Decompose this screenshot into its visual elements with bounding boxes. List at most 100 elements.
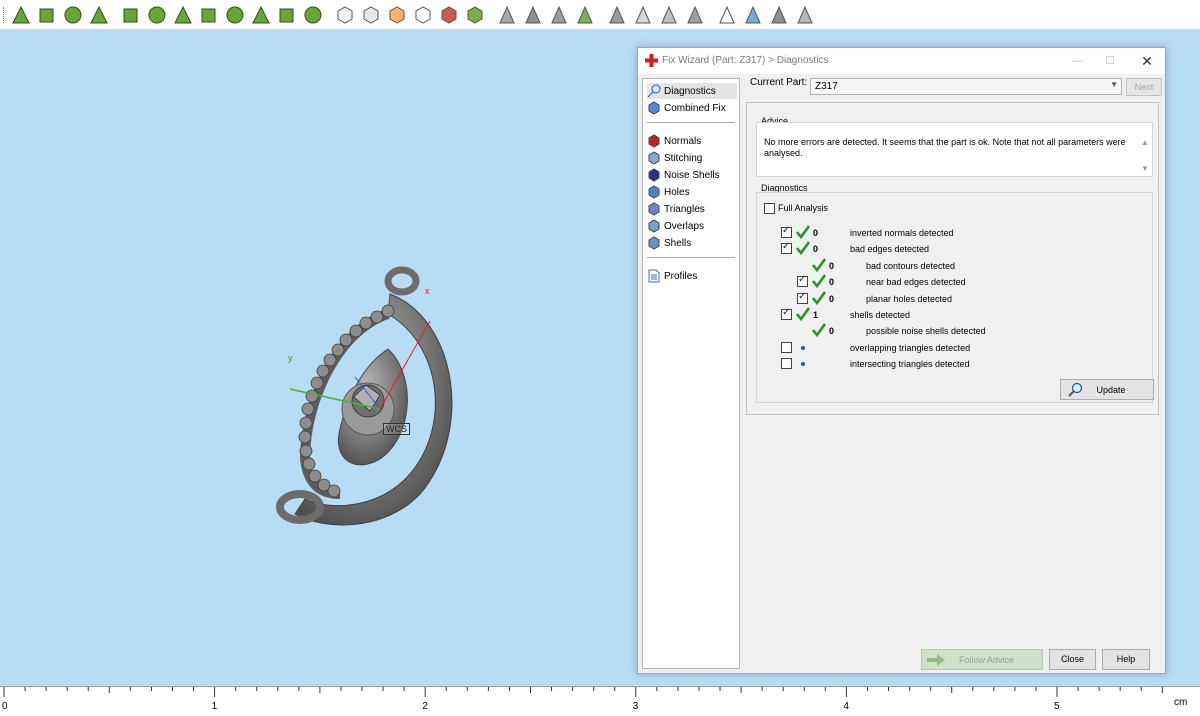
- triangle-dark-button[interactable]: [522, 4, 544, 26]
- diagnostics-box: Full Analysis 0 inverted normals detected…: [756, 192, 1154, 403]
- nav-item-shells[interactable]: Shells: [647, 235, 737, 251]
- nav-separator: [647, 122, 735, 123]
- triangle-outline-icon: [719, 5, 735, 24]
- triangle-green-button[interactable]: [574, 4, 596, 26]
- nav-item-overlaps[interactable]: Overlaps: [647, 218, 737, 234]
- dialog-titlebar[interactable]: Fix Wizard (Part: Z317) > Diagnostics — …: [638, 48, 1165, 74]
- holes-icon: [648, 185, 660, 199]
- triangle-edge-button[interactable]: [548, 4, 570, 26]
- diagnostic-checkbox[interactable]: [781, 358, 792, 370]
- box-view-wire-icon: [415, 6, 431, 24]
- box-view-color-button[interactable]: [386, 4, 408, 26]
- box-view-green-icon: [467, 6, 483, 24]
- shell-part-button[interactable]: [302, 4, 324, 26]
- mesh-select-button[interactable]: [10, 4, 32, 26]
- toolbar-grip[interactable]: [3, 7, 6, 23]
- triangle-edge-icon: [551, 5, 567, 24]
- mesh-flat-button[interactable]: [198, 4, 220, 26]
- ruler-label: 0: [2, 701, 8, 712]
- triangle-light-icon: [635, 5, 651, 24]
- shell-part-icon: [304, 6, 322, 24]
- box-view-wire-button[interactable]: [412, 4, 434, 26]
- normals-icon: [648, 134, 660, 148]
- ruler: 0 1 2 3 4 5 cm: [0, 686, 1200, 716]
- red-cross-icon: [645, 54, 658, 67]
- ruler-label: 4: [843, 701, 849, 712]
- shell-select-icon: [148, 6, 166, 24]
- diagnostic-count: 0: [813, 228, 819, 238]
- noise-select-button[interactable]: [250, 4, 272, 26]
- radial-select-button[interactable]: [276, 4, 298, 26]
- update-button[interactable]: Update: [1060, 379, 1154, 400]
- maximize-button[interactable]: ☐: [1101, 52, 1119, 70]
- nav-item-label: Shells: [664, 237, 692, 249]
- diagnostic-checkbox[interactable]: [797, 274, 808, 288]
- nav-item-label: Diagnostics: [664, 85, 716, 97]
- ruler-unit: cm: [1174, 697, 1188, 708]
- triangle-gray-button[interactable]: [496, 4, 518, 26]
- advice-scrollbar[interactable]: ▲ ▼: [1139, 136, 1151, 176]
- triangle-remove-button[interactable]: [606, 4, 628, 26]
- full-analysis-checkbox[interactable]: [764, 203, 775, 214]
- diagnostic-label: possible noise shells detected: [866, 326, 986, 337]
- minimize-button[interactable]: —: [1068, 52, 1086, 70]
- sphere-select-button[interactable]: [88, 4, 110, 26]
- triangle-blue-button[interactable]: [742, 4, 764, 26]
- nav-item-noise-shells[interactable]: Noise Shells: [647, 167, 737, 183]
- triangle-select-button[interactable]: [36, 4, 58, 26]
- current-part-value: Z317: [815, 81, 838, 92]
- close-button[interactable]: Close: [1049, 649, 1096, 670]
- triangle-shade-button[interactable]: [794, 4, 816, 26]
- status-pending-dot: [801, 345, 805, 350]
- main-toolbar: [0, 0, 1200, 30]
- nav-item-triangles[interactable]: Triangles: [647, 201, 737, 217]
- diagnostic-checkbox[interactable]: [781, 241, 792, 255]
- current-part-select[interactable]: Z317 ▼: [810, 78, 1122, 95]
- triangle-outline-button[interactable]: [716, 4, 738, 26]
- sphere-select-icon: [90, 5, 108, 24]
- dialog-title: Fix Wizard (Part: Z317) > Diagnostics: [662, 55, 829, 66]
- help-button[interactable]: Help: [1102, 649, 1150, 670]
- nav-item-label: Holes: [664, 186, 690, 198]
- follow-advice-button[interactable]: Follow Advice: [921, 649, 1043, 670]
- diagnostic-checkbox[interactable]: [781, 341, 792, 353]
- plane-select-button[interactable]: [120, 4, 142, 26]
- nav-separator: [647, 257, 735, 258]
- advice-text: No more errors are detected. It seems th…: [764, 137, 1126, 158]
- plane-select-icon: [123, 8, 138, 23]
- connected-select-button[interactable]: [224, 4, 246, 26]
- diagnostic-checkbox[interactable]: [781, 225, 792, 238]
- surface-select-button[interactable]: [62, 4, 84, 26]
- diagnostic-label: overlapping triangles detected: [850, 342, 971, 353]
- current-part-label: Current Part:: [750, 77, 808, 88]
- diagnostic-label: bad contours detected: [866, 260, 956, 271]
- box-view-green-button[interactable]: [464, 4, 486, 26]
- nav-item-profiles[interactable]: Profiles: [647, 268, 737, 284]
- diagnostic-checkbox[interactable]: [797, 291, 808, 304]
- ruler-label: 2: [422, 701, 428, 712]
- diagnostic-count: 0: [813, 244, 819, 255]
- part-model[interactable]: [270, 259, 470, 539]
- nav-item-label: Profiles: [664, 270, 698, 282]
- diagnostic-checkbox[interactable]: [781, 307, 792, 320]
- diagnostic-label: shells detected: [850, 310, 911, 320]
- nav-item-holes[interactable]: Holes: [647, 184, 737, 200]
- nav-item-stitching[interactable]: Stitching: [647, 150, 737, 166]
- edge-select-button[interactable]: [172, 4, 194, 26]
- triangle-fold-button[interactable]: [658, 4, 680, 26]
- box-view-top-button[interactable]: [360, 4, 382, 26]
- shell-select-button[interactable]: [146, 4, 168, 26]
- triangle-view-button[interactable]: [768, 4, 790, 26]
- nav-item-combined-fix[interactable]: Combined Fix: [647, 100, 737, 116]
- nav-item-label: Normals: [664, 135, 702, 147]
- nav-item-diagnostics[interactable]: Diagnostics: [647, 83, 737, 99]
- next-button[interactable]: Next: [1126, 78, 1162, 96]
- triangle-flat-button[interactable]: [684, 4, 706, 26]
- triangle-fold-icon: [661, 5, 677, 24]
- nav-item-normals[interactable]: Normals: [647, 133, 737, 149]
- mesh-select-icon: [12, 5, 30, 24]
- close-icon[interactable]: ✕: [1138, 52, 1156, 70]
- box-view-front-button[interactable]: [334, 4, 356, 26]
- triangle-light-button[interactable]: [632, 4, 654, 26]
- box-view-red-button[interactable]: [438, 4, 460, 26]
